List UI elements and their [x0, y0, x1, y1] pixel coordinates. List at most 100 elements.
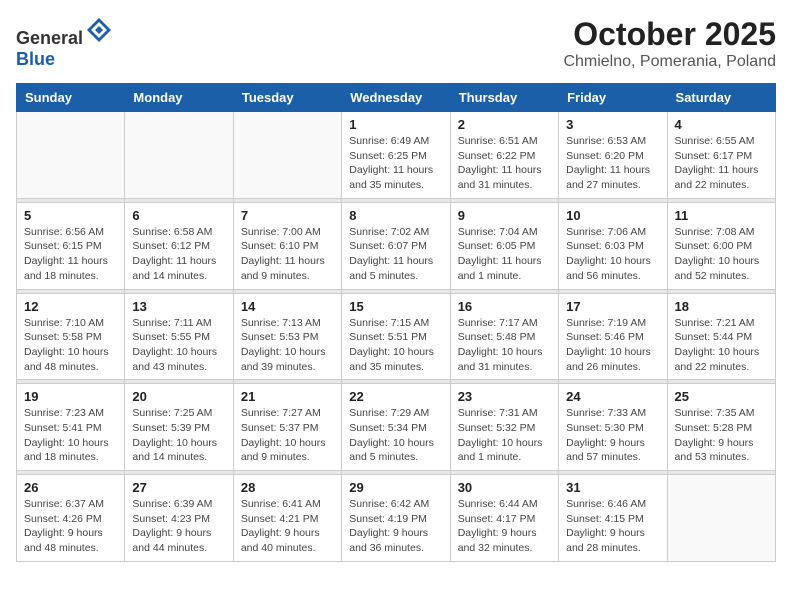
- day-info: Sunrise: 7:15 AM Sunset: 5:51 PM Dayligh…: [349, 316, 442, 375]
- day-cell: 12 Sunrise: 7:10 AM Sunset: 5:58 PM Dayli…: [17, 293, 125, 380]
- day-info: Sunrise: 6:39 AM Sunset: 4:23 PM Dayligh…: [132, 497, 225, 556]
- day-info: Sunrise: 7:00 AM Sunset: 6:10 PM Dayligh…: [241, 225, 334, 284]
- day-cell: 24 Sunrise: 7:33 AM Sunset: 5:30 PM Dayli…: [559, 384, 667, 471]
- day-info: Sunrise: 7:08 AM Sunset: 6:00 PM Dayligh…: [675, 225, 768, 284]
- day-info: Sunrise: 7:10 AM Sunset: 5:58 PM Dayligh…: [24, 316, 117, 375]
- day-cell: 4Sunrise: 6:55 AM Sunset: 6:17 PM Daylig…: [667, 112, 775, 199]
- day-info: Sunrise: 7:31 AM Sunset: 5:32 PM Dayligh…: [458, 406, 551, 465]
- day-info: Sunrise: 6:51 AM Sunset: 6:22 PM Dayligh…: [458, 134, 551, 193]
- week-row-4: 26 Sunrise: 6:37 AM Sunset: 4:26 PM Dayli…: [17, 475, 776, 562]
- weekday-header-sunday: Sunday: [17, 84, 125, 112]
- week-row-1: 5 Sunrise: 6:56 AM Sunset: 6:15 PM Daylig…: [17, 202, 776, 289]
- weekday-header-thursday: Thursday: [450, 84, 558, 112]
- day-info: Sunrise: 7:33 AM Sunset: 5:30 PM Dayligh…: [566, 406, 659, 465]
- day-info: Sunrise: 7:06 AM Sunset: 6:03 PM Dayligh…: [566, 225, 659, 284]
- week-row-2: 12 Sunrise: 7:10 AM Sunset: 5:58 PM Dayli…: [17, 293, 776, 380]
- day-info: Sunrise: 6:58 AM Sunset: 6:12 PM Dayligh…: [132, 225, 225, 284]
- page-header: General Blue October 2025 Chmielno, Pome…: [16, 16, 776, 71]
- week-row-3: 19Sunrise: 7:23 AM Sunset: 5:41 PM Dayli…: [17, 384, 776, 471]
- day-number: 26: [24, 480, 117, 495]
- day-cell: 26 Sunrise: 6:37 AM Sunset: 4:26 PM Dayli…: [17, 475, 125, 562]
- logo: General Blue: [16, 16, 113, 70]
- day-cell: 3Sunrise: 6:53 AM Sunset: 6:20 PM Daylig…: [559, 112, 667, 199]
- day-info: Sunrise: 6:44 AM Sunset: 4:17 PM Dayligh…: [458, 497, 551, 556]
- day-number: 7: [241, 208, 334, 223]
- title-block: October 2025 Chmielno, Pomerania, Poland: [563, 16, 776, 71]
- day-number: 18: [675, 299, 768, 314]
- day-info: Sunrise: 7:21 AM Sunset: 5:44 PM Dayligh…: [675, 316, 768, 375]
- month-title: October 2025: [563, 16, 776, 53]
- weekday-header-saturday: Saturday: [667, 84, 775, 112]
- weekday-header-friday: Friday: [559, 84, 667, 112]
- day-cell: [233, 112, 341, 199]
- day-number: 24: [566, 389, 659, 404]
- day-info: Sunrise: 7:13 AM Sunset: 5:53 PM Dayligh…: [241, 316, 334, 375]
- day-info: Sunrise: 6:55 AM Sunset: 6:17 PM Dayligh…: [675, 134, 768, 193]
- day-info: Sunrise: 7:04 AM Sunset: 6:05 PM Dayligh…: [458, 225, 551, 284]
- logo-blue: Blue: [16, 49, 55, 69]
- day-number: 5: [24, 208, 117, 223]
- day-cell: 23 Sunrise: 7:31 AM Sunset: 5:32 PM Dayli…: [450, 384, 558, 471]
- day-number: 28: [241, 480, 334, 495]
- day-number: 19: [24, 389, 117, 404]
- day-number: 21: [241, 389, 334, 404]
- day-number: 13: [132, 299, 225, 314]
- weekday-header-tuesday: Tuesday: [233, 84, 341, 112]
- day-number: 1: [349, 117, 442, 132]
- day-cell: 29Sunrise: 6:42 AM Sunset: 4:19 PM Dayli…: [342, 475, 450, 562]
- logo-icon: [85, 16, 113, 44]
- logo-text: General Blue: [16, 16, 113, 70]
- day-number: 27: [132, 480, 225, 495]
- day-info: Sunrise: 7:11 AM Sunset: 5:55 PM Dayligh…: [132, 316, 225, 375]
- day-info: Sunrise: 6:53 AM Sunset: 6:20 PM Dayligh…: [566, 134, 659, 193]
- day-cell: 28 Sunrise: 6:41 AM Sunset: 4:21 PM Dayli…: [233, 475, 341, 562]
- logo-general: General: [16, 28, 83, 48]
- day-info: Sunrise: 6:37 AM Sunset: 4:26 PM Dayligh…: [24, 497, 117, 556]
- day-cell: 18 Sunrise: 7:21 AM Sunset: 5:44 PM Dayli…: [667, 293, 775, 380]
- day-cell: 20 Sunrise: 7:25 AM Sunset: 5:39 PM Dayli…: [125, 384, 233, 471]
- day-cell: 17Sunrise: 7:19 AM Sunset: 5:46 PM Dayli…: [559, 293, 667, 380]
- day-cell: 19Sunrise: 7:23 AM Sunset: 5:41 PM Dayli…: [17, 384, 125, 471]
- day-cell: 16Sunrise: 7:17 AM Sunset: 5:48 PM Dayli…: [450, 293, 558, 380]
- day-number: 22: [349, 389, 442, 404]
- day-number: 10: [566, 208, 659, 223]
- day-cell: [17, 112, 125, 199]
- day-number: 30: [458, 480, 551, 495]
- day-number: 20: [132, 389, 225, 404]
- weekday-header-wednesday: Wednesday: [342, 84, 450, 112]
- day-info: Sunrise: 6:41 AM Sunset: 4:21 PM Dayligh…: [241, 497, 334, 556]
- day-number: 11: [675, 208, 768, 223]
- day-number: 17: [566, 299, 659, 314]
- day-number: 23: [458, 389, 551, 404]
- day-cell: 25Sunrise: 7:35 AM Sunset: 5:28 PM Dayli…: [667, 384, 775, 471]
- location-title: Chmielno, Pomerania, Poland: [563, 53, 776, 71]
- day-info: Sunrise: 6:56 AM Sunset: 6:15 PM Dayligh…: [24, 225, 117, 284]
- day-info: Sunrise: 7:35 AM Sunset: 5:28 PM Dayligh…: [675, 406, 768, 465]
- day-cell: [667, 475, 775, 562]
- day-cell: 10 Sunrise: 7:06 AM Sunset: 6:03 PM Dayli…: [559, 202, 667, 289]
- day-cell: 13 Sunrise: 7:11 AM Sunset: 5:55 PM Dayli…: [125, 293, 233, 380]
- day-number: 31: [566, 480, 659, 495]
- day-cell: 15 Sunrise: 7:15 AM Sunset: 5:51 PM Dayli…: [342, 293, 450, 380]
- calendar: SundayMondayTuesdayWednesdayThursdayFrid…: [16, 83, 776, 562]
- day-number: 15: [349, 299, 442, 314]
- day-number: 12: [24, 299, 117, 314]
- day-number: 29: [349, 480, 442, 495]
- day-cell: 5 Sunrise: 6:56 AM Sunset: 6:15 PM Daylig…: [17, 202, 125, 289]
- day-info: Sunrise: 7:25 AM Sunset: 5:39 PM Dayligh…: [132, 406, 225, 465]
- day-cell: 22 Sunrise: 7:29 AM Sunset: 5:34 PM Dayli…: [342, 384, 450, 471]
- day-info: Sunrise: 7:02 AM Sunset: 6:07 PM Dayligh…: [349, 225, 442, 284]
- day-cell: 30 Sunrise: 6:44 AM Sunset: 4:17 PM Dayli…: [450, 475, 558, 562]
- day-number: 2: [458, 117, 551, 132]
- day-info: Sunrise: 7:17 AM Sunset: 5:48 PM Dayligh…: [458, 316, 551, 375]
- day-number: 8: [349, 208, 442, 223]
- day-info: Sunrise: 6:46 AM Sunset: 4:15 PM Dayligh…: [566, 497, 659, 556]
- day-cell: 31 Sunrise: 6:46 AM Sunset: 4:15 PM Dayli…: [559, 475, 667, 562]
- day-cell: 27 Sunrise: 6:39 AM Sunset: 4:23 PM Dayli…: [125, 475, 233, 562]
- weekday-header-monday: Monday: [125, 84, 233, 112]
- day-cell: [125, 112, 233, 199]
- week-row-0: 1Sunrise: 6:49 AM Sunset: 6:25 PM Daylig…: [17, 112, 776, 199]
- weekday-header-row: SundayMondayTuesdayWednesdayThursdayFrid…: [17, 84, 776, 112]
- day-cell: 7 Sunrise: 7:00 AM Sunset: 6:10 PM Daylig…: [233, 202, 341, 289]
- day-info: Sunrise: 7:29 AM Sunset: 5:34 PM Dayligh…: [349, 406, 442, 465]
